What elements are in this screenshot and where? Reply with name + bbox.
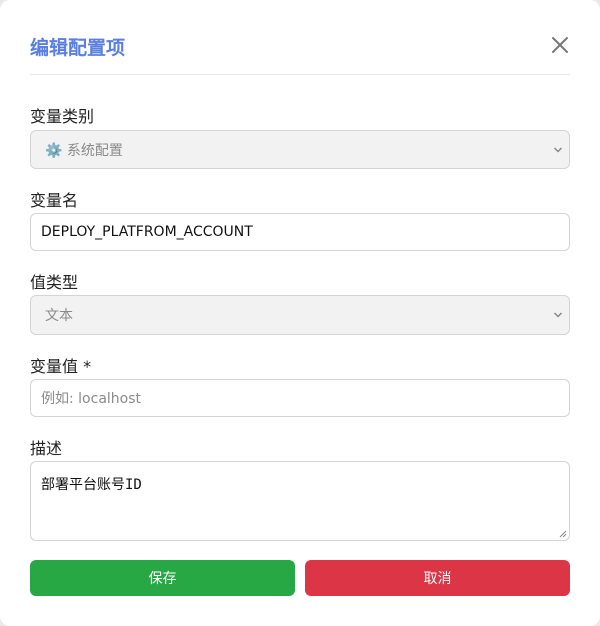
name-input-value: DEPLOY_PLATFROM_ACCOUNT: [41, 224, 253, 240]
dialog-header: 编辑配置项: [30, 22, 570, 75]
resize-grip-icon[interactable]: [558, 529, 567, 538]
description-textarea[interactable]: 部署平台账号ID: [30, 461, 570, 541]
value-type-label: 值类型: [30, 273, 79, 292]
name-input[interactable]: DEPLOY_PLATFROM_ACCOUNT: [30, 213, 570, 251]
close-icon[interactable]: [550, 34, 570, 56]
chevron-down-icon: [553, 312, 563, 318]
cancel-button[interactable]: 取消: [305, 560, 570, 596]
category-select[interactable]: ⚙️ 系统配置: [30, 130, 570, 169]
save-button[interactable]: 保存: [30, 560, 295, 596]
name-label: 变量名: [30, 191, 79, 210]
dialog-title: 编辑配置项: [30, 37, 126, 59]
chevron-down-icon: [553, 146, 563, 153]
variable-value-placeholder: 例如: localhost: [41, 391, 142, 407]
value-type-select[interactable]: 文本: [30, 295, 570, 335]
description-label: 描述: [30, 439, 63, 458]
variable-value-label: 变量值 *: [30, 357, 92, 376]
category-label: 变量类别: [30, 107, 95, 126]
description-textarea-value: 部署平台账号ID: [41, 477, 142, 493]
value-type-select-value: 文本: [45, 308, 73, 324]
variable-value-input[interactable]: 例如: localhost: [30, 379, 570, 417]
edit-config-dialog: 编辑配置项 变量类别 ⚙️ 系统配置 变量名 DEPLOY_PLATFROM_A…: [0, 0, 600, 626]
category-select-value: ⚙️ 系统配置: [45, 142, 123, 159]
